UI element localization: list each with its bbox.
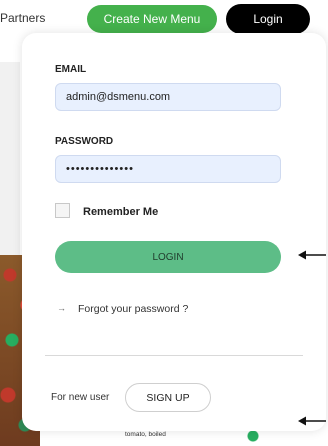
forgot-password-link[interactable]: Forgot your password ? xyxy=(78,303,188,315)
email-field[interactable]: admin@dsmenu.com xyxy=(55,83,281,111)
login-nav-button[interactable]: Login xyxy=(226,4,310,34)
annotation-arrow-icon xyxy=(298,416,326,426)
sign-up-button[interactable]: SIGN UP xyxy=(125,383,211,412)
background-panel xyxy=(0,62,20,262)
remember-me-label[interactable]: Remember Me xyxy=(83,206,158,218)
new-user-label: For new user xyxy=(51,392,110,403)
annotation-arrow-icon xyxy=(298,250,326,260)
divider xyxy=(45,355,303,356)
password-label: PASSWORD xyxy=(55,136,114,147)
nav-link-partners[interactable]: Partners xyxy=(0,11,45,25)
arrow-right-icon: → xyxy=(57,303,66,313)
login-button[interactable]: LOGIN xyxy=(55,241,281,273)
password-field[interactable]: •••••••••••••• xyxy=(55,155,281,183)
login-modal: EMAIL admin@dsmenu.com PASSWORD ••••••••… xyxy=(22,33,326,431)
remember-me-checkbox[interactable] xyxy=(55,203,70,218)
email-label: EMAIL xyxy=(55,64,87,75)
create-new-menu-button[interactable]: Create New Menu xyxy=(87,5,217,33)
